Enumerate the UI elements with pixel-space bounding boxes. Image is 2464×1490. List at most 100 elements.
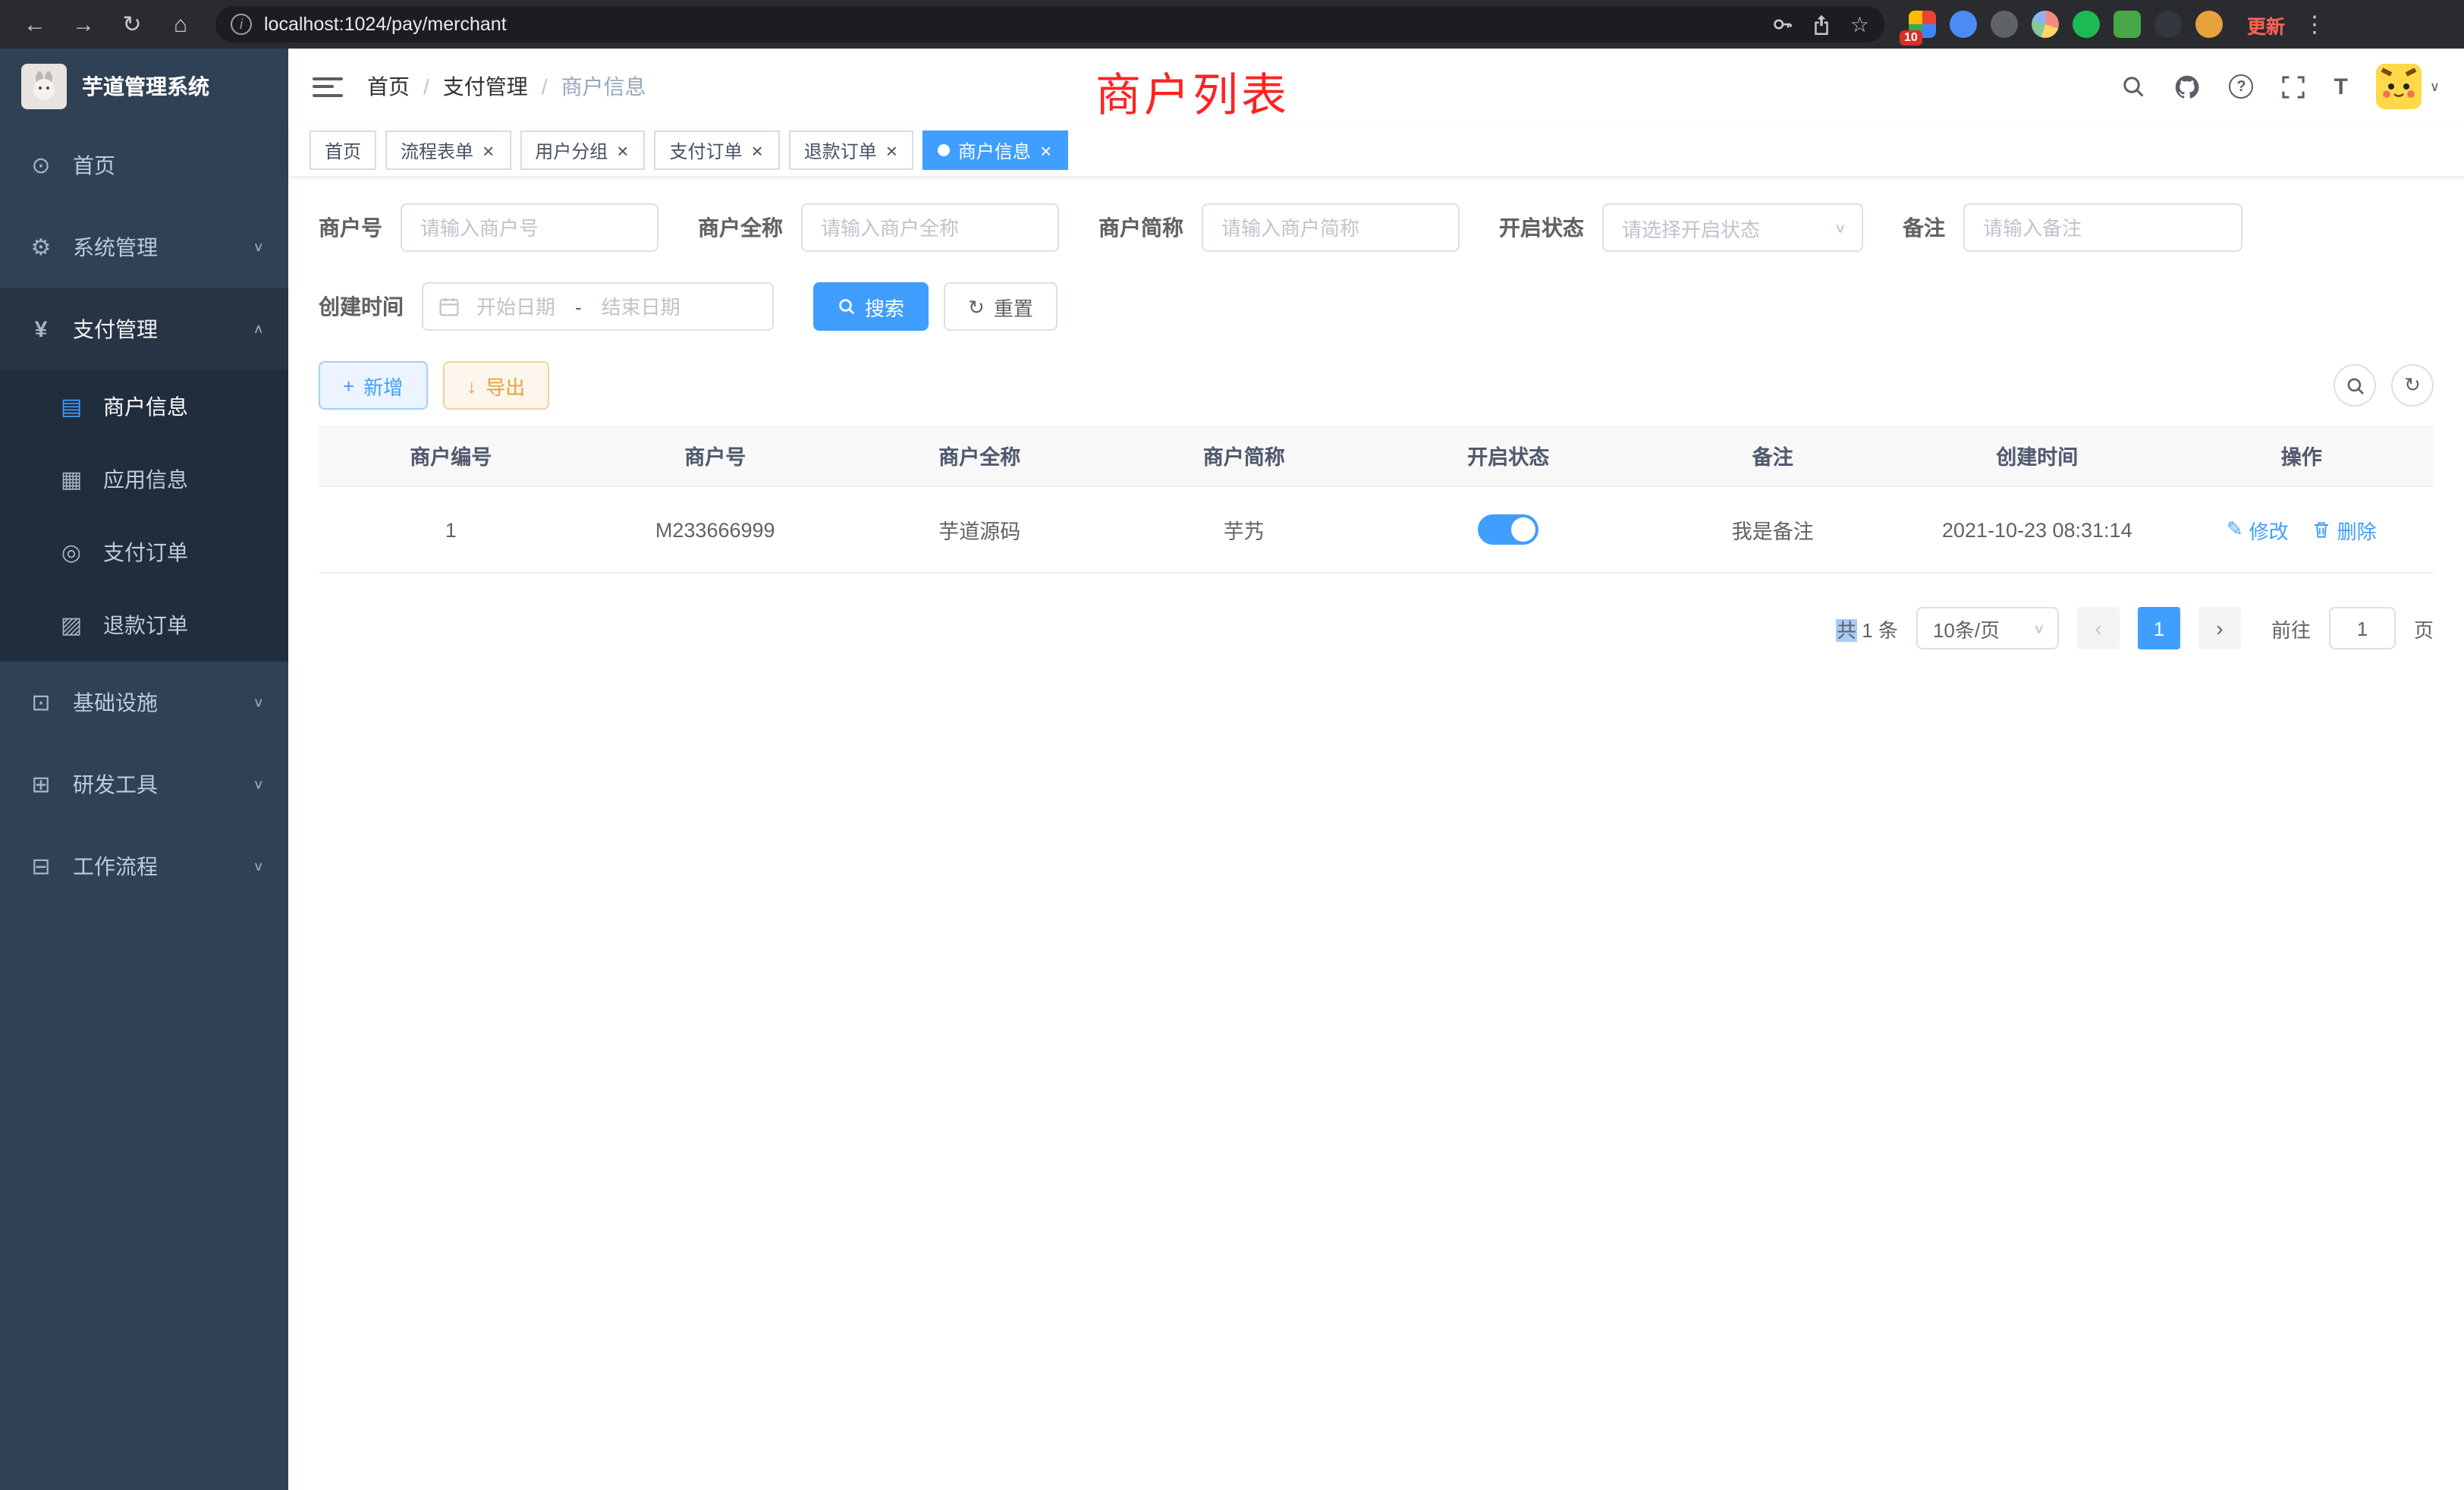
refresh-icon: ↻ [968,297,985,316]
extension-icon-4[interactable] [2032,11,2059,38]
browser-menu-icon[interactable]: ⋮ [2303,11,2326,38]
font-size-icon[interactable]: T [2334,74,2347,99]
tab-merchant-info[interactable]: 商户信息 × [923,130,1068,170]
close-icon[interactable]: × [481,140,495,160]
merchant-name-input[interactable] [801,203,1059,252]
github-icon[interactable] [2174,74,2200,99]
column-header: 商户编号 [319,425,583,486]
sidebar-item-workflow[interactable]: ⊟ 工作流程 ∨ [0,825,288,907]
close-icon[interactable]: × [1039,140,1053,160]
extension-icon-3[interactable] [1991,11,2018,38]
extension-badge: 10 [1900,30,1922,46]
cell-remark: 我是备注 [1641,487,1906,572]
extension-icon-6[interactable] [2114,11,2141,38]
sidebar-item-system[interactable]: ⚙ 系统管理 ∨ [0,206,288,288]
workflow-icon: ⊟ [27,853,55,880]
tab-pay-order[interactable]: 支付订单 × [654,130,779,170]
goto-page-input[interactable] [2329,607,2396,649]
reset-button[interactable]: ↻ 重置 [944,282,1058,331]
total-count: 共 1 条 [1837,614,1898,643]
screen: ← → ↻ ⌂ i localhost:1024/pay/merchant ☆ … [0,0,2464,1490]
search-button[interactable]: 搜索 [813,282,929,331]
extension-icon-5[interactable] [2073,11,2100,38]
delete-link[interactable]: 删除 [2313,515,2377,544]
page-1-button[interactable]: 1 [2138,607,2180,649]
tab-user-group[interactable]: 用户分组 × [520,130,645,170]
tab-label: 退款订单 [804,137,877,163]
next-page-button[interactable]: › [2198,607,2241,649]
breadcrumb-item[interactable]: 首页 [367,71,410,102]
chevron-down-icon: ∨ [253,240,264,255]
column-header: 开启状态 [1376,425,1641,486]
extension-icon-8[interactable] [2195,11,2223,38]
help-icon[interactable]: ? [2229,74,2253,99]
forward-button[interactable]: → [64,5,103,44]
site-info-icon[interactable]: i [231,14,252,35]
merchant-no-input[interactable] [401,203,658,252]
sidebar-item-pay-order[interactable]: ◎ 支付订单 [0,516,288,589]
status-select[interactable]: 请选择开启状态 ∨ [1602,203,1863,252]
sidebar-item-home[interactable]: ⊙ 首页 [0,124,288,206]
close-icon[interactable]: × [750,140,765,160]
date-range-picker[interactable]: - [422,282,774,331]
date-start-input[interactable] [460,295,572,318]
bookmark-star-icon[interactable]: ☆ [1850,11,1869,37]
refresh-table-button[interactable]: ↻ [2391,364,2434,407]
back-button[interactable]: ← [15,5,55,44]
url-text: localhost:1024/pay/merchant [264,14,507,35]
short-name-input[interactable] [1202,203,1460,252]
reload-button[interactable]: ↻ [112,5,152,44]
sidebar-item-infrastructure[interactable]: ⊡ 基础设施 ∨ [0,662,288,743]
plus-icon: + [343,376,354,395]
toggle-knob [1511,517,1535,542]
remark-input[interactable] [1963,203,2242,252]
hamburger-icon[interactable] [313,77,343,96]
search-button-label: 搜索 [865,292,904,321]
close-icon[interactable]: × [885,140,899,160]
page-size-select[interactable]: 10条/页 ∨ [1916,607,2059,649]
yen-icon: ¥ [27,316,55,342]
fullscreen-icon[interactable] [2282,75,2305,98]
password-key-icon[interactable] [1773,14,1794,35]
chevron-up-icon: ∧ [253,322,264,337]
table-toolbar: + 新增 ↓ 导出 ↻ [288,361,2464,410]
close-icon[interactable]: × [615,140,630,160]
sidebar-item-refund-order[interactable]: ▨ 退款订单 [0,589,288,662]
browser-update-button[interactable]: 更新 [2247,10,2285,39]
sidebar-item-label: 商户信息 [103,391,188,422]
sidebar-item-merchant-info[interactable]: ▤ 商户信息 [0,370,288,443]
breadcrumb-item[interactable]: 支付管理 [443,71,528,102]
column-header: 创建时间 [1905,425,2170,486]
export-button[interactable]: ↓ 导出 [442,361,549,410]
sidebar-item-app-info[interactable]: ▦ 应用信息 [0,443,288,516]
app-logo[interactable]: 芋道管理系统 [0,49,288,124]
grid-icon: ▦ [58,466,85,493]
edit-link[interactable]: ✎ 修改 [2227,515,2289,544]
date-end-input[interactable] [585,295,697,318]
share-icon[interactable] [1812,14,1832,35]
user-menu[interactable]: ∨ [2377,64,2440,109]
sidebar-item-label: 退款订单 [103,610,188,640]
sidebar-item-payment[interactable]: ¥ 支付管理 ∧ [0,288,288,370]
address-bar[interactable]: i localhost:1024/pay/merchant ☆ [215,6,1884,42]
status-toggle[interactable] [1478,514,1538,545]
extension-icon-7[interactable] [2154,11,2182,38]
sidebar-item-label: 研发工具 [73,769,158,800]
extension-icon-2[interactable] [1950,11,1977,38]
toggle-search-button[interactable] [2334,364,2376,407]
extension-icon-1[interactable]: 10 [1909,11,1936,38]
logo-image [21,64,67,109]
tags-view: 首页 流程表单 × 用户分组 × 支付订单 × 退款订单 × 商户信息 × [288,124,2464,176]
sidebar-item-dev-tools[interactable]: ⊞ 研发工具 ∨ [0,743,288,825]
search-icon[interactable] [2121,74,2145,99]
tab-home[interactable]: 首页 [310,130,376,170]
home-button[interactable]: ⌂ [161,5,200,44]
download-icon: ↓ [467,376,476,395]
tab-process-form[interactable]: 流程表单 × [385,130,511,170]
chevron-down-icon: ∨ [253,696,264,710]
prev-page-button[interactable]: ‹ [2077,607,2120,649]
add-button[interactable]: + 新增 [319,361,427,410]
tab-refund-order[interactable]: 退款订单 × [789,130,914,170]
tab-label: 商户信息 [958,137,1031,163]
cell-create-time: 2021-10-23 08:31:14 [1905,487,2170,572]
